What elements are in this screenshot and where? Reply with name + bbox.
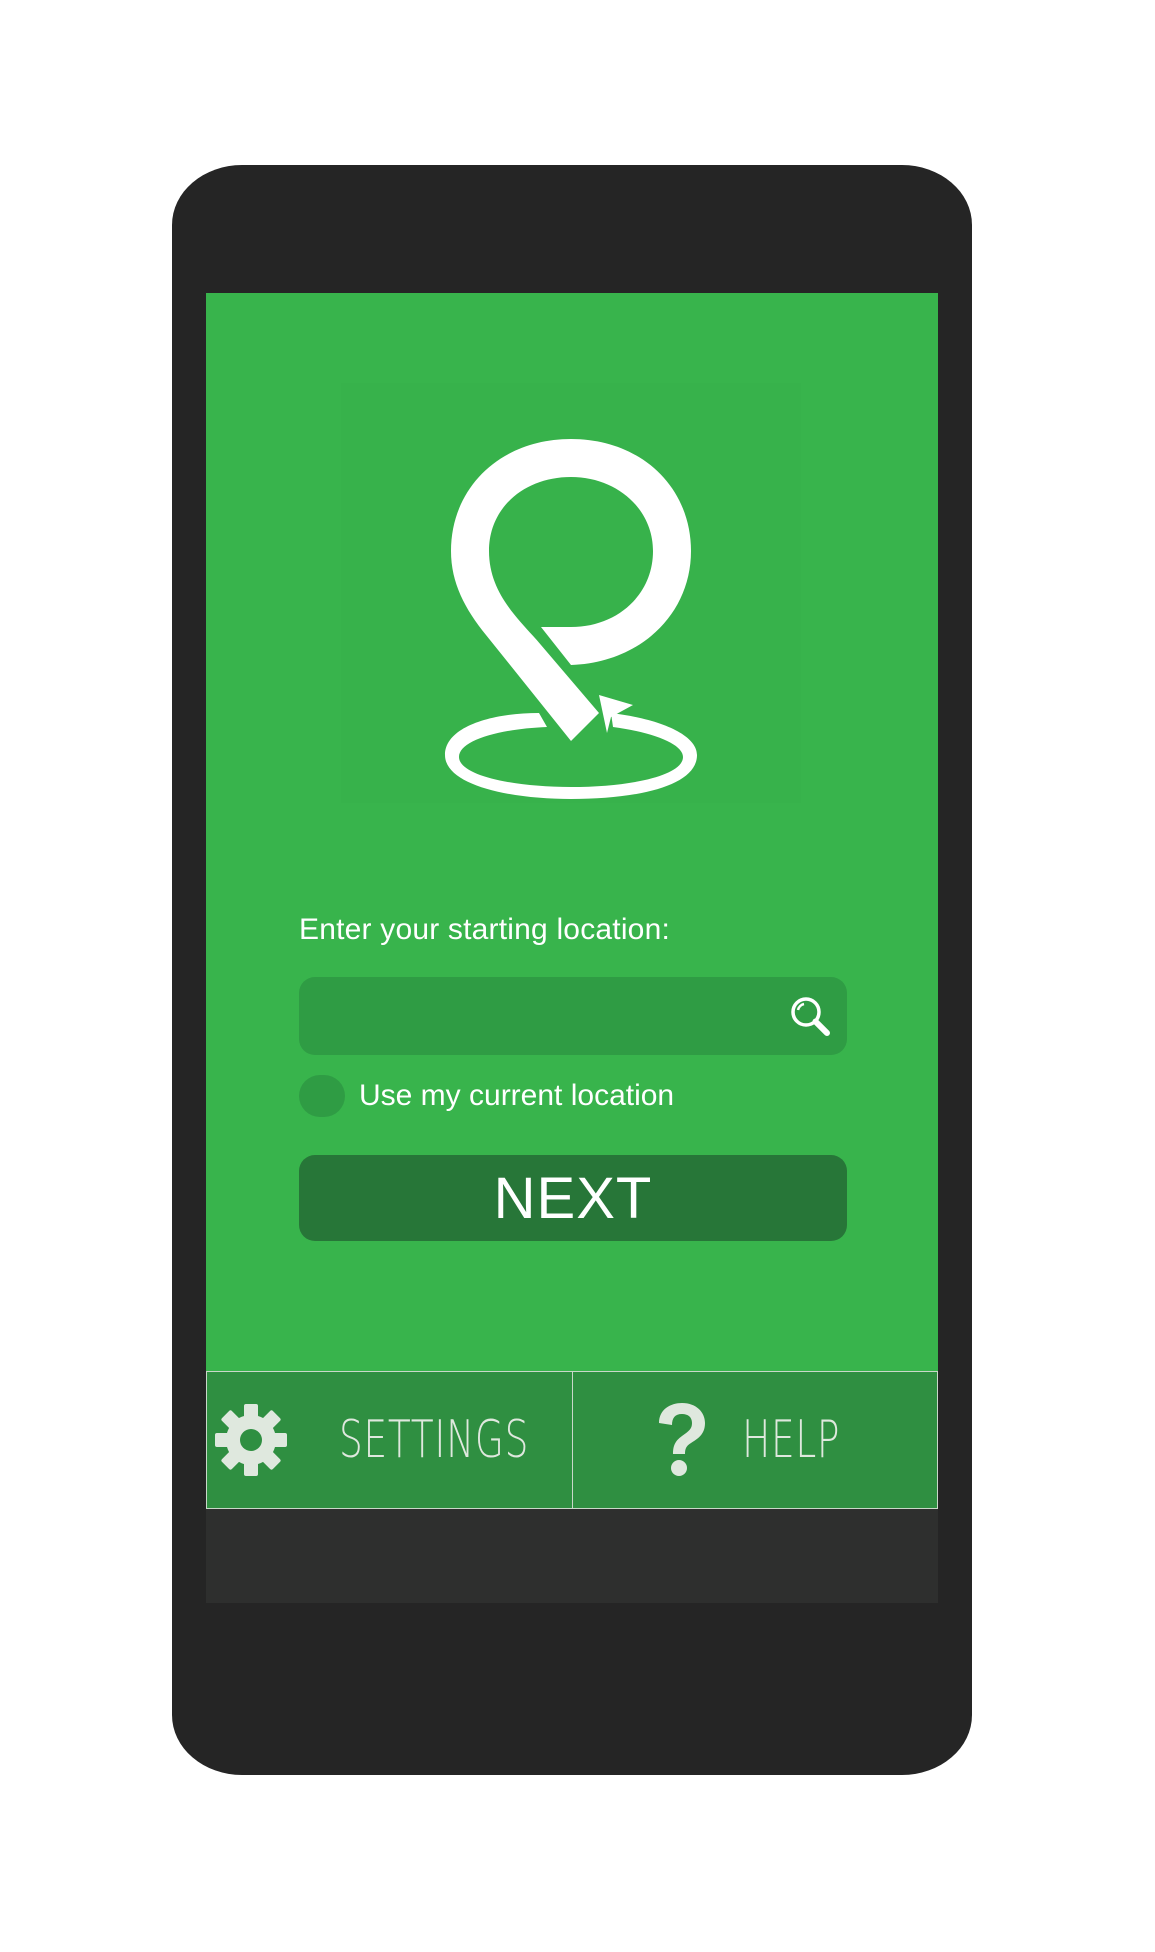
settings-button[interactable]: SETTINGS xyxy=(206,1371,573,1509)
settings-label: SETTINGS xyxy=(339,1410,530,1470)
app-logo xyxy=(341,383,801,803)
bottom-nav: SETTINGS HELP xyxy=(206,1371,938,1509)
start-location-field[interactable] xyxy=(299,977,847,1057)
system-navigation-bar xyxy=(206,1509,938,1603)
help-button[interactable]: HELP xyxy=(572,1371,938,1509)
gear-icon xyxy=(212,1401,290,1479)
question-mark-icon xyxy=(651,1401,711,1479)
use-current-location-option[interactable]: Use my current location xyxy=(299,1073,674,1119)
search-icon[interactable] xyxy=(787,993,833,1039)
help-label: HELP xyxy=(741,1410,840,1470)
start-location-prompt: Enter your starting location: xyxy=(299,913,670,946)
current-location-label: Use my current location xyxy=(359,1079,675,1112)
next-button[interactable]: NEXT xyxy=(299,1155,847,1241)
current-location-toggle[interactable] xyxy=(299,1075,345,1117)
location-pin-return-icon xyxy=(445,439,697,799)
app-screen: Enter your starting location: Use my cur… xyxy=(206,293,938,1603)
start-location-input[interactable] xyxy=(317,977,781,1057)
